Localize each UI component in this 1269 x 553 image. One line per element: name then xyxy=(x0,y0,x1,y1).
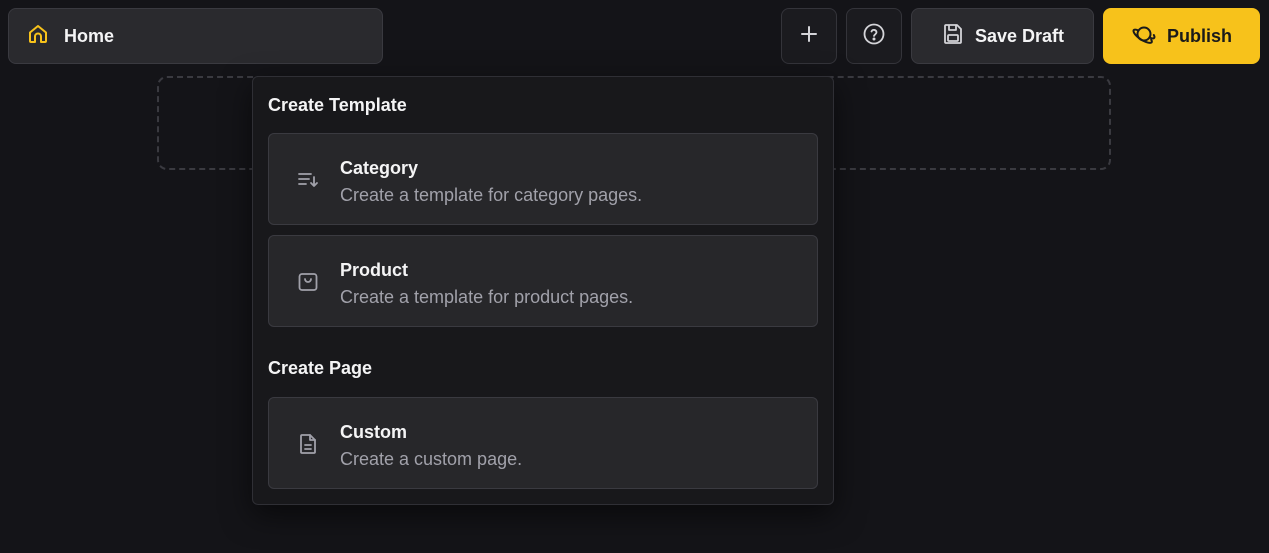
custom-option-description: Create a custom page. xyxy=(340,449,523,469)
category-template-option[interactable]: Category Create a template for category … xyxy=(268,133,818,225)
save-draft-button[interactable]: Save Draft xyxy=(911,8,1094,64)
publish-button[interactable]: Publish xyxy=(1103,8,1260,64)
category-option-title: Category xyxy=(340,158,419,178)
create-template-heading: Create Template xyxy=(268,95,407,115)
product-template-option[interactable]: Product Create a template for product pa… xyxy=(268,235,818,327)
sort-list-icon xyxy=(296,168,320,192)
help-circle-icon xyxy=(862,22,886,51)
create-page-heading: Create Page xyxy=(268,358,373,378)
custom-page-option[interactable]: Custom Create a custom page. xyxy=(268,397,818,489)
save-icon xyxy=(941,22,965,51)
home-nav-button[interactable]: Home xyxy=(8,8,383,64)
category-option-description: Create a template for category pages. xyxy=(340,185,643,205)
create-dropdown-menu: Create Template Category Create a templa… xyxy=(252,76,834,505)
plus-icon xyxy=(799,24,819,49)
save-draft-label: Save Draft xyxy=(974,25,1065,46)
home-label: Home xyxy=(64,25,115,46)
home-icon xyxy=(26,22,50,51)
add-button[interactable] xyxy=(781,8,837,64)
app-page: Home Save Draft Publish Create Template … xyxy=(0,0,1269,553)
help-button[interactable] xyxy=(846,8,902,64)
product-option-title: Product xyxy=(340,260,409,280)
planet-icon xyxy=(1131,21,1157,52)
publish-label: Publish xyxy=(1166,25,1232,46)
product-option-description: Create a template for product pages. xyxy=(340,287,634,307)
document-icon xyxy=(296,432,320,456)
product-box-icon xyxy=(296,270,320,294)
custom-option-title: Custom xyxy=(340,422,407,442)
